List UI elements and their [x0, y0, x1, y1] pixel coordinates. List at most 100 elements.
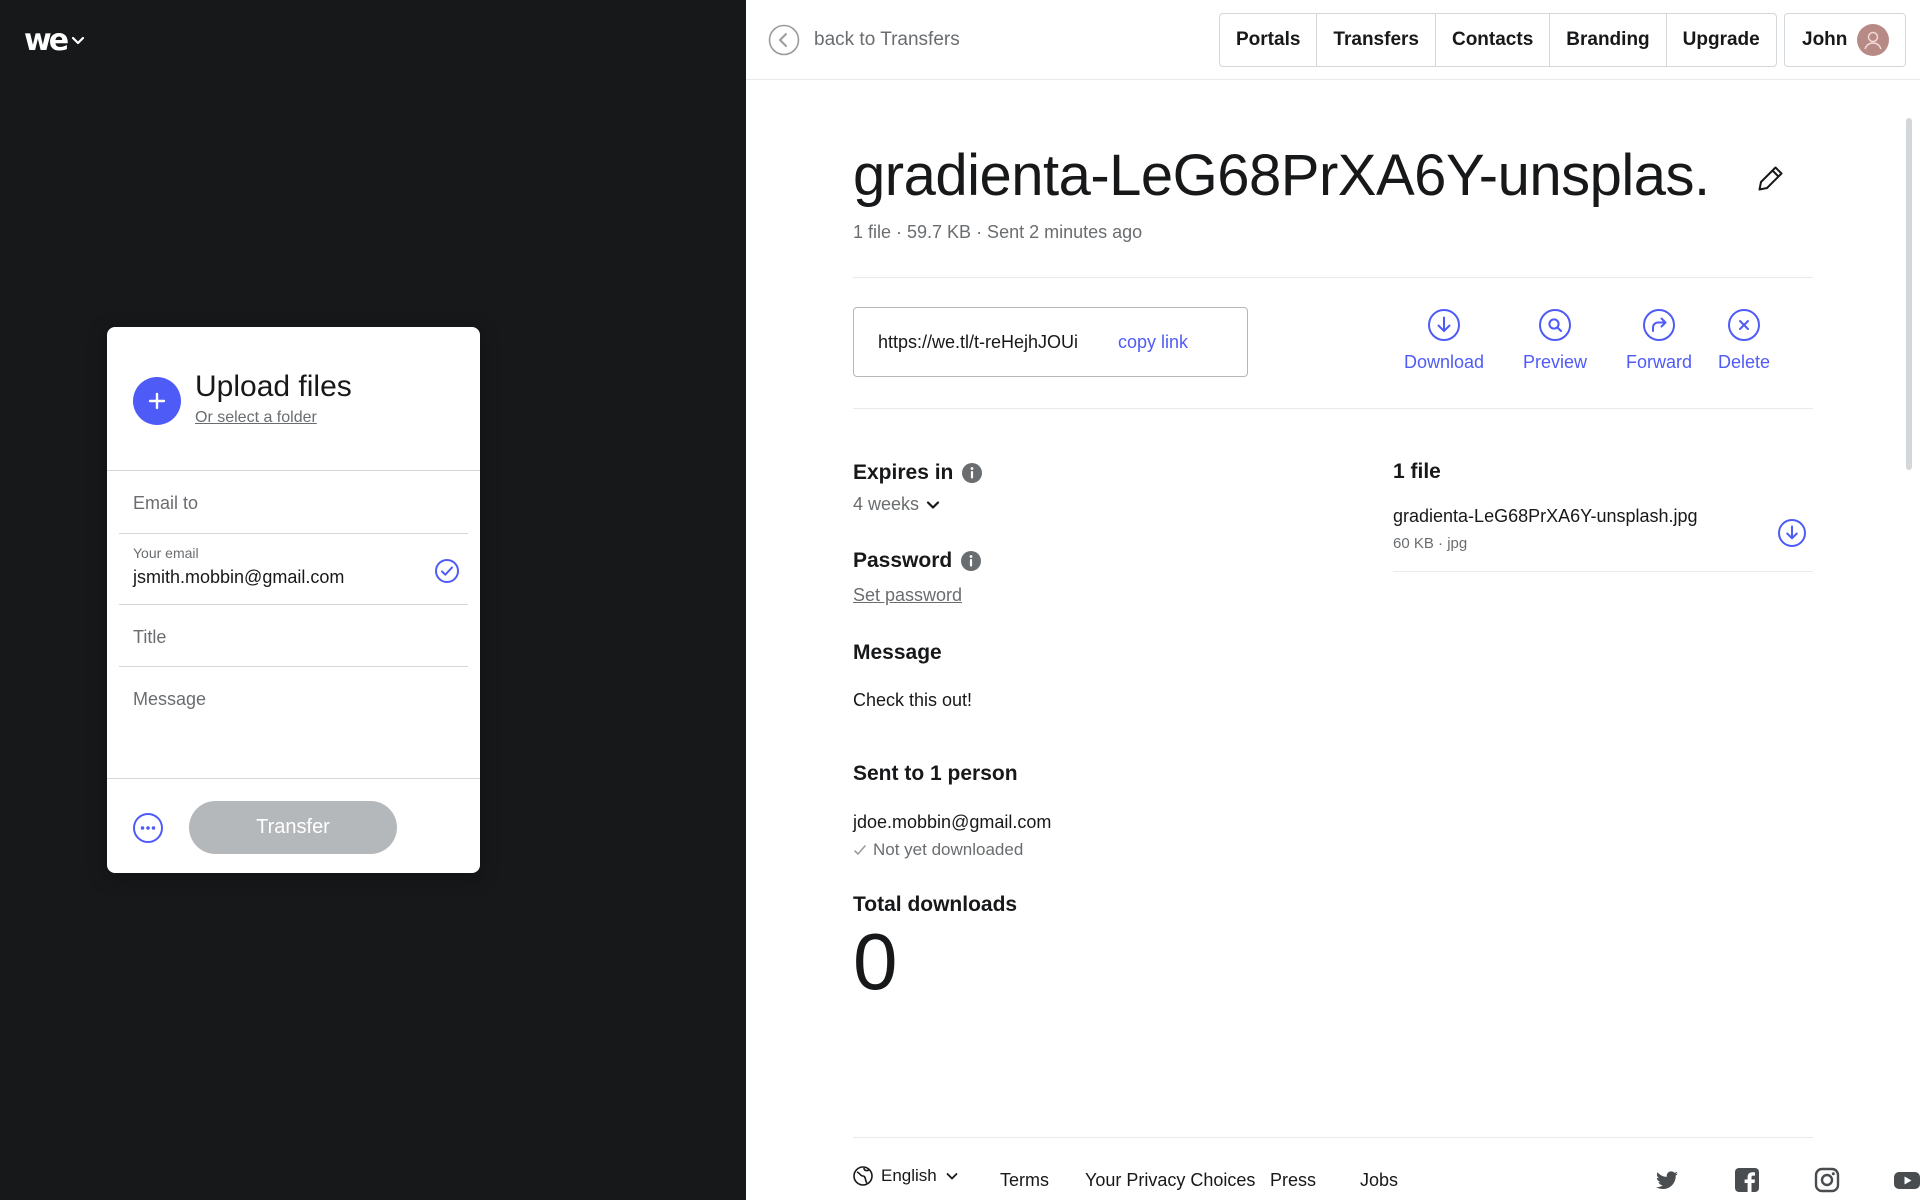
nav-branding[interactable]: Branding	[1550, 14, 1667, 66]
transfer-title: gradienta-LeG68PrXA6Y-unsplas...	[853, 143, 1713, 208]
wetransfer-logo[interactable]: we	[24, 22, 96, 58]
add-files-button[interactable]	[133, 377, 181, 425]
message-heading: Message	[853, 641, 942, 665]
nav-upgrade[interactable]: Upgrade	[1667, 14, 1776, 66]
twitter-icon[interactable]	[1653, 1166, 1681, 1194]
recipient-status-text: Not yet downloaded	[873, 840, 1024, 859]
delete-label: Delete	[1717, 352, 1771, 372]
avatar	[1857, 24, 1889, 56]
footer-link-press[interactable]: Press	[1270, 1170, 1316, 1191]
expires-value: 4 weeks	[853, 494, 920, 514]
user-menu[interactable]: John	[1784, 13, 1906, 67]
message-field[interactable]: Message	[119, 667, 468, 778]
preview-search-icon	[1539, 309, 1571, 341]
topbar: back to Transfers Portals Transfers Cont…	[746, 0, 1920, 80]
back-label: back to Transfers	[814, 29, 960, 50]
transfer-actions: Download Preview Forward Delete	[1399, 308, 1784, 373]
download-button[interactable]: Download	[1399, 308, 1489, 373]
total-downloads-label: Total downloads	[853, 893, 1018, 916]
sent-to-heading: Sent to 1 person	[853, 762, 1018, 786]
plus-icon	[148, 392, 166, 410]
user-icon	[1864, 31, 1882, 50]
file-item[interactable]: gradienta-LeG68PrXA6Y-unsplash.jpg 60 KB…	[1393, 506, 1813, 572]
transfer-detail-panel: back to Transfers Portals Transfers Cont…	[746, 0, 1920, 1200]
scrollbar[interactable]	[1906, 118, 1912, 470]
upload-header: Upload files Or select a folder	[107, 327, 480, 471]
delete-x-icon	[1728, 309, 1760, 341]
forward-button[interactable]: Forward	[1614, 308, 1704, 373]
transfer-meta: 1 file · 59.7 KB · Sent 2 minutes ago	[853, 222, 1143, 242]
select-folder-link[interactable]: Or select a folder	[195, 409, 317, 427]
chevron-down-icon	[926, 500, 940, 509]
preview-label: Preview	[1522, 352, 1588, 372]
upload-card: Upload files Or select a folder Email to…	[107, 327, 480, 873]
upload-footer: Transfer	[107, 778, 480, 873]
logo-text: we	[24, 22, 69, 58]
footer: English Terms Your Privacy Choices Press…	[853, 1137, 1920, 1200]
footer-link-privacy[interactable]: Your Privacy Choices	[1085, 1170, 1255, 1191]
download-icon	[1428, 309, 1460, 341]
user-name: John	[1802, 29, 1848, 50]
upload-panel: we Upload files Or select a folder Email…	[0, 0, 746, 1200]
delete-button[interactable]: Delete	[1704, 308, 1784, 373]
set-password-link[interactable]: Set password	[853, 585, 962, 606]
info-icon[interactable]	[960, 550, 982, 572]
footer-link-jobs[interactable]: Jobs	[1360, 1170, 1398, 1191]
expires-label: Expires in	[853, 461, 954, 484]
info-icon[interactable]	[961, 462, 983, 484]
nav-contacts[interactable]: Contacts	[1436, 14, 1551, 66]
back-arrow-icon	[768, 24, 800, 56]
email-to-field[interactable]: Email to	[119, 471, 468, 534]
file-download-icon[interactable]	[1777, 518, 1807, 548]
youtube-icon[interactable]	[1893, 1166, 1920, 1194]
divider	[853, 277, 1813, 278]
password-label: Password	[853, 549, 953, 572]
language-label: English	[881, 1166, 937, 1185]
files-heading: 1 file	[1393, 460, 1441, 483]
chevron-down-icon	[71, 36, 85, 45]
nav-transfers[interactable]: Transfers	[1317, 14, 1436, 66]
file-name: gradienta-LeG68PrXA6Y-unsplash.jpg	[1393, 506, 1698, 526]
transfer-button[interactable]: Transfer	[189, 801, 397, 854]
total-downloads-heading: Total downloads	[853, 893, 1017, 917]
file-meta: 60 KB · jpg	[1393, 535, 1468, 552]
main-nav: Portals Transfers Contacts Branding Upgr…	[1219, 13, 1777, 67]
preview-button[interactable]: Preview	[1510, 308, 1600, 373]
recipient-email: jdoe.mobbin@gmail.com	[853, 812, 1052, 832]
copy-link-button[interactable]: copy link	[1118, 332, 1188, 353]
expires-heading: Expires in	[853, 461, 983, 485]
upload-title[interactable]: Upload files	[195, 370, 352, 404]
nav-portals[interactable]: Portals	[1220, 14, 1318, 66]
forward-label: Forward	[1625, 352, 1692, 372]
password-heading: Password	[853, 549, 982, 573]
instagram-icon[interactable]	[1813, 1166, 1841, 1194]
your-email-value: jsmith.mobbin@gmail.com	[133, 567, 345, 587]
total-downloads-value: 0	[853, 917, 898, 1006]
your-email-label: Your email	[133, 545, 199, 561]
globe-icon	[853, 1166, 873, 1186]
back-to-transfers-link[interactable]: back to Transfers	[768, 24, 960, 56]
chevron-down-icon	[946, 1173, 958, 1180]
email-to-placeholder: Email to	[133, 493, 199, 513]
sent-to-label: Sent to 1 person	[853, 762, 1018, 785]
pencil-edit-icon[interactable]	[1755, 162, 1787, 194]
divider	[853, 408, 1813, 409]
facebook-icon[interactable]	[1733, 1166, 1761, 1194]
verified-check-icon	[435, 559, 459, 583]
footer-link-terms[interactable]: Terms	[1000, 1170, 1049, 1191]
forward-icon	[1643, 309, 1675, 341]
share-link-box: https://we.tl/t-reHejhJOUi copy link	[853, 307, 1248, 377]
title-field[interactable]: Title	[119, 605, 468, 667]
your-email-field[interactable]: Your email jsmith.mobbin@gmail.com	[119, 534, 468, 605]
message-value: Check this out!	[853, 690, 973, 710]
expires-dropdown[interactable]: 4 weeks	[853, 494, 941, 515]
message-placeholder: Message	[133, 689, 207, 709]
download-label: Download	[1403, 352, 1485, 372]
more-options-icon[interactable]	[132, 812, 164, 844]
recipient-status: Not yet downloaded	[853, 840, 1023, 860]
check-icon	[854, 845, 866, 856]
share-link-url[interactable]: https://we.tl/t-reHejhJOUi	[878, 332, 1100, 353]
title-placeholder: Title	[133, 627, 167, 647]
message-label: Message	[853, 641, 942, 664]
language-selector[interactable]: English	[853, 1166, 959, 1186]
